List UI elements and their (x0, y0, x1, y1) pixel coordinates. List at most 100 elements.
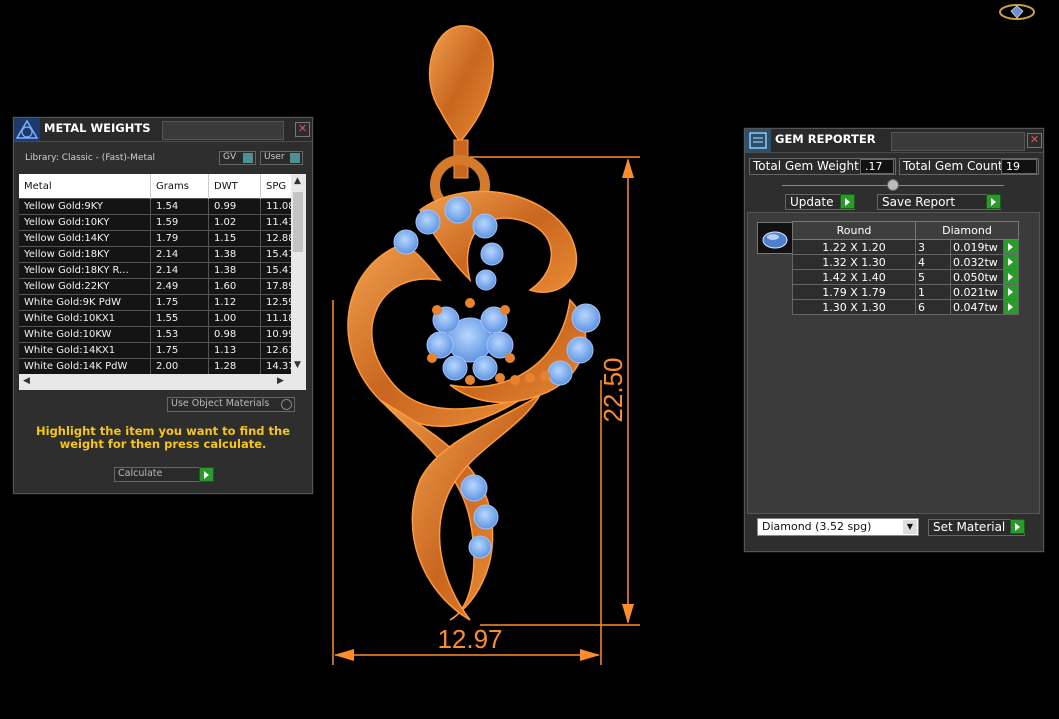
dwt-cell: 0.98 (208, 326, 261, 343)
table-row[interactable]: Yellow Gold:14KY 1.79 1.15 12.88 (19, 230, 300, 247)
metal-cell: White Gold:9K PdW (19, 294, 151, 311)
close-icon[interactable]: ✕ (295, 122, 310, 137)
grams-cell: 2.49 (150, 278, 209, 295)
gem-row-go-icon[interactable] (1004, 270, 1018, 284)
gem-row[interactable]: 1.32 X 1.30 4 0.032tw (792, 254, 1019, 270)
metal-weights-panel: METAL WEIGHTS ✕ Library: Classic - (Fast… (13, 117, 313, 494)
gem-row-go-icon[interactable] (1004, 240, 1018, 254)
gem-reporter-titlebar[interactable]: GEM REPORTER ✕ (745, 129, 1043, 153)
material-select[interactable]: Diamond (3.52 spg) ▼ (757, 518, 919, 536)
save-report-go-icon[interactable] (986, 194, 1001, 209)
gem-row-go-icon[interactable] (1004, 255, 1018, 269)
metal-cell: Yellow Gold:9KY (19, 198, 151, 215)
dwt-cell: 1.02 (208, 214, 261, 231)
close-icon[interactable]: ✕ (1027, 133, 1042, 148)
metal-table-hscroll[interactable]: ◀ ▶ (19, 374, 306, 390)
table-row[interactable]: White Gold:10KW 1.53 0.98 10.99 (19, 326, 300, 343)
table-row[interactable]: Yellow Gold:18KY 2.14 1.38 15.41 (19, 246, 300, 263)
table-row[interactable]: Yellow Gold:10KY 1.59 1.02 11.43 (19, 214, 300, 231)
gem-row-go-icon[interactable] (1004, 300, 1018, 314)
chevron-down-icon[interactable]: ▼ (903, 520, 917, 534)
dwt-cell: 1.28 (208, 358, 261, 374)
table-row[interactable]: White Gold:14KX1 1.75 1.13 12.61 (19, 342, 300, 359)
gem-reporter-panel: GEM REPORTER ✕ Total Gem Weight .17 Tota… (744, 128, 1044, 552)
dwt-cell: 1.38 (208, 262, 261, 279)
gem-count-cell: 3 (915, 239, 951, 255)
dwt-cell: 1.15 (208, 230, 261, 247)
gem-reporter-title: GEM REPORTER (775, 132, 876, 146)
diamond-thumbnail-icon[interactable] (757, 222, 793, 254)
dimension-height: 22.50 (598, 357, 628, 422)
metal-cell: White Gold:14KX1 (19, 342, 151, 359)
instruction-text: Highlight the item you want to find the … (36, 424, 290, 451)
set-material-go-icon[interactable] (1010, 519, 1025, 534)
gem-row[interactable]: 1.30 X 1.30 6 0.047tw (792, 299, 1019, 315)
total-gem-weight-value: .17 (860, 159, 894, 174)
metal-cell: Yellow Gold:18KY R... (19, 262, 151, 279)
metal-weights-icon (14, 118, 40, 141)
gem-row-go-icon[interactable] (1004, 285, 1018, 299)
gem-list-area[interactable]: Round Diamond 1.22 X 1.20 3 0.019tw 1.32 X … (747, 212, 1040, 514)
dwt-cell: 1.12 (208, 294, 261, 311)
gem-row[interactable]: 1.79 X 1.79 1 0.021tw (792, 284, 1019, 300)
metal-weights-titlebar[interactable]: METAL WEIGHTS ✕ (14, 118, 312, 142)
app-logo-icon[interactable] (998, 2, 1036, 22)
grams-cell: 1.79 (150, 230, 209, 247)
gem-table[interactable]: Round Diamond 1.22 X 1.20 3 0.019tw 1.32 X … (792, 221, 1019, 315)
grams-cell: 1.55 (150, 310, 209, 327)
grams-cell: 2.14 (150, 246, 209, 263)
gem-count-cell: 1 (915, 284, 951, 300)
grams-cell: 2.14 (150, 262, 209, 279)
col-dwt[interactable]: DWT (208, 174, 261, 199)
update-button[interactable]: Update (785, 194, 855, 210)
table-row[interactable]: Yellow Gold:22KY 2.49 1.60 17.89 (19, 278, 300, 295)
col-diamond[interactable]: Diamond (915, 221, 1019, 240)
gem-row[interactable]: 1.22 X 1.20 3 0.019tw (792, 239, 1019, 255)
dwt-cell: 1.00 (208, 310, 261, 327)
metal-cell: Yellow Gold:14KY (19, 230, 151, 247)
save-report-button[interactable]: Save Report (877, 194, 1001, 210)
gem-weight-cell: 0.019tw (950, 239, 1004, 255)
dimension-width: 12.97 (437, 624, 502, 654)
gem-count-cell: 5 (915, 269, 951, 285)
total-gem-count-value: 19 (1001, 159, 1037, 174)
table-row[interactable]: Yellow Gold:9KY 1.54 0.99 11.08 (19, 198, 300, 215)
col-metal[interactable]: Metal (19, 174, 151, 199)
table-row[interactable]: White Gold:14K PdW 2.00 1.28 14.37 (19, 358, 300, 374)
dwt-cell: 0.99 (208, 198, 261, 215)
set-material-button[interactable]: Set Material (928, 519, 1025, 536)
gem-row[interactable]: 1.42 X 1.40 5 0.050tw (792, 269, 1019, 285)
grams-cell: 1.75 (150, 294, 209, 311)
user-toggle[interactable]: User (260, 151, 303, 165)
metal-cell: Yellow Gold:22KY (19, 278, 151, 295)
metal-cell: Yellow Gold:10KY (19, 214, 151, 231)
update-go-icon[interactable] (840, 194, 855, 209)
metal-weights-title: METAL WEIGHTS (44, 121, 151, 135)
table-row[interactable]: White Gold:10KX1 1.55 1.00 11.18 (19, 310, 300, 327)
use-object-materials-checkbox[interactable]: Use Object Materials (167, 397, 295, 412)
table-row[interactable]: White Gold:9K PdW 1.75 1.12 12.59 (19, 294, 300, 311)
gem-weight-cell: 0.032tw (950, 254, 1004, 270)
metal-table-vscroll[interactable]: ▲ ▼ (291, 174, 306, 374)
dwt-cell: 1.38 (208, 246, 261, 263)
metal-table[interactable]: Metal Grams DWT SPG Yellow Gold:9KY 1.54 0… (19, 174, 306, 390)
pendant-model[interactable] (347, 25, 601, 621)
gem-size-cell: 1.42 X 1.40 (792, 269, 916, 285)
dwt-cell: 1.13 (208, 342, 261, 359)
col-round[interactable]: Round (792, 221, 916, 240)
metal-cell: White Gold:14K PdW (19, 358, 151, 374)
gem-size-cell: 1.79 X 1.79 (792, 284, 916, 300)
calculate-go-icon[interactable] (199, 467, 214, 482)
grams-cell: 1.59 (150, 214, 209, 231)
gv-toggle[interactable]: GV (219, 151, 256, 165)
calculate-button[interactable]: Calculate (114, 467, 214, 482)
grams-cell: 2.00 (150, 358, 209, 374)
gem-weight-cell: 0.021tw (950, 284, 1004, 300)
gem-count-cell: 4 (915, 254, 951, 270)
table-row[interactable]: Yellow Gold:18KY R... 2.14 1.38 15.41 (19, 262, 300, 279)
grams-cell: 1.54 (150, 198, 209, 215)
col-grams[interactable]: Grams (150, 174, 209, 199)
grams-cell: 1.53 (150, 326, 209, 343)
gem-weight-cell: 0.047tw (950, 299, 1004, 315)
report-slider-handle[interactable] (887, 179, 899, 191)
